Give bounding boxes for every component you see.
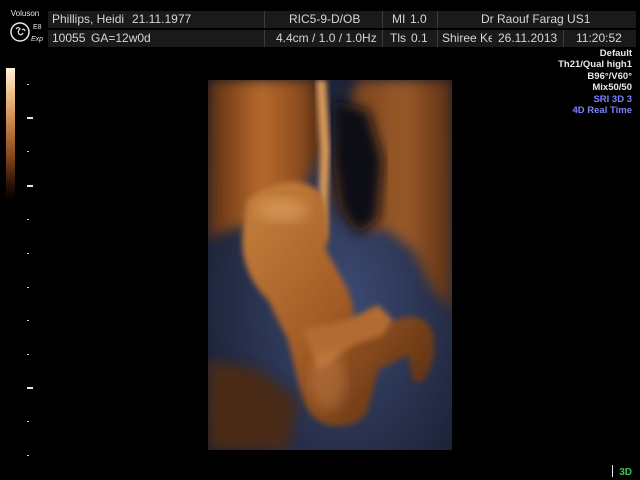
patient-id: 10055: [52, 31, 86, 45]
patient-dob: 21.11.1977: [132, 12, 192, 26]
exam-date: 26.11.2013: [498, 31, 558, 45]
voluson-logo: Voluson E8 Exp: [4, 9, 46, 47]
depth-scale-tick: [27, 287, 29, 288]
depth-scale-tick: [27, 320, 29, 321]
logo-sub-text: Exp: [31, 36, 44, 43]
tis-label: Tls: [390, 31, 406, 45]
operator-name: Dr Raouf Farag US1: [481, 12, 591, 26]
depth-scale-tick: [27, 455, 29, 456]
cursor-marker: [612, 465, 613, 477]
depth-scale-tick: [27, 354, 29, 355]
gestational-age: GA=12w0d: [91, 31, 151, 45]
depth-scale-tick: [27, 219, 29, 220]
info-line-preset: Default: [599, 48, 632, 59]
acquisition-info-panel: Default Th21/Qual high1 B96°/V60° Mix50/…: [558, 48, 632, 116]
depth-scale-tick: [27, 185, 33, 187]
logo-model-text: E8: [33, 24, 42, 31]
info-line-mode: 4D Real Time: [572, 105, 633, 117]
3d-render-image: [208, 80, 452, 450]
info-line-mix: Mix50/50: [592, 82, 632, 94]
depth-scale-tick: [27, 253, 29, 254]
exam-time: 11:20:52: [576, 31, 622, 45]
info-line-sri: SRI 3D 3: [593, 93, 632, 105]
tis-value: 0.1: [411, 31, 428, 45]
probe-preset: RIC5-9-D/OB: [289, 12, 361, 26]
header-row-patient: Phillips, Heidi 21.11.1977 RIC5-9-D/OB M…: [48, 11, 636, 28]
depth-settings: 4.4cm / 1.0 / 1.0Hz: [276, 31, 377, 45]
color-map-bar: [6, 68, 15, 200]
logo-brand-text: Voluson: [10, 9, 40, 18]
header-row-exam: 10055 GA=12w0d 4.4cm / 1.0 / 1.0Hz Tls 0…: [48, 30, 636, 47]
depth-scale-tick: [27, 387, 33, 389]
site-name: Shiree Ke: [442, 31, 492, 45]
depth-scale-tick: [27, 151, 29, 152]
mi-value: 1.0: [410, 12, 427, 26]
patient-name: Phillips, Heidi: [52, 12, 125, 26]
info-line-quality: Th21/Qual high1: [558, 59, 632, 71]
depth-scale-tick: [27, 117, 33, 119]
depth-scale-tick: [27, 421, 29, 422]
mode-indicator-3d: 3D: [619, 467, 632, 478]
mi-label: MI: [392, 12, 406, 26]
ge-logo-icon: [10, 22, 30, 42]
depth-scale-tick: [27, 84, 29, 85]
info-line-angles: B96°/V60°: [587, 70, 632, 82]
fetus-render-graphic: [208, 80, 452, 450]
